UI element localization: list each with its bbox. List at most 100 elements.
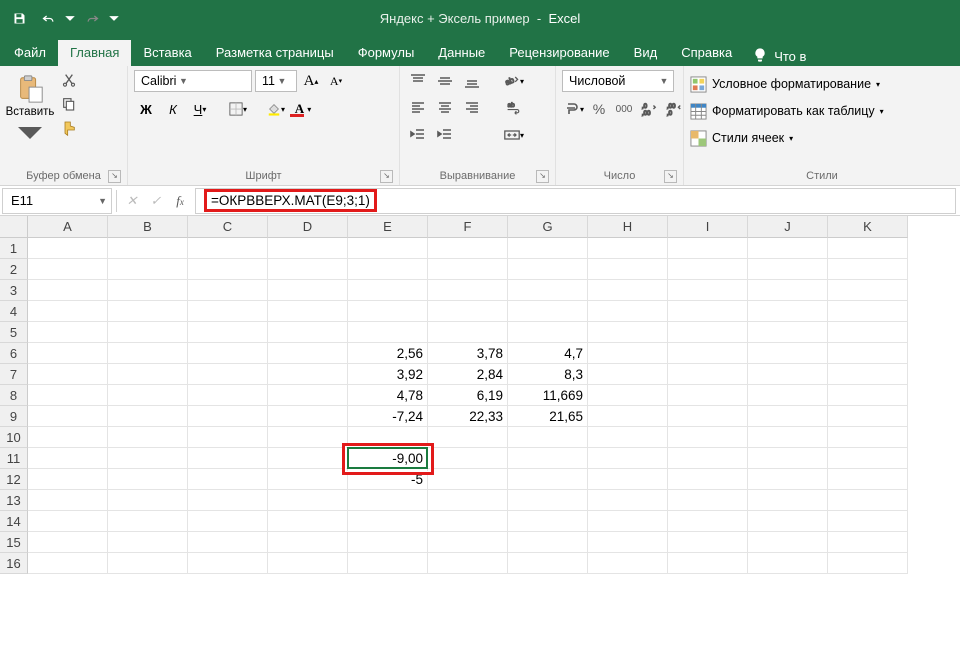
cell-H8[interactable] — [588, 385, 668, 406]
column-header[interactable]: K — [828, 216, 908, 238]
cell-D11[interactable] — [268, 448, 348, 469]
cell-K8[interactable] — [828, 385, 908, 406]
cell-D13[interactable] — [268, 490, 348, 511]
cell-styles-button[interactable]: Стили ячеек ▾ — [690, 126, 793, 150]
row-header[interactable]: 15 — [0, 532, 28, 553]
cell-B5[interactable] — [108, 322, 188, 343]
row-header[interactable]: 16 — [0, 553, 28, 574]
cell-B14[interactable] — [108, 511, 188, 532]
cell-K5[interactable] — [828, 322, 908, 343]
tab-file[interactable]: Файл — [2, 40, 58, 66]
cell-B2[interactable] — [108, 259, 188, 280]
cell-G13[interactable] — [508, 490, 588, 511]
cell-F5[interactable] — [428, 322, 508, 343]
conditional-formatting-button[interactable]: Условное форматирование ▾ — [690, 72, 880, 96]
row-header[interactable]: 6 — [0, 343, 28, 364]
cell-C7[interactable] — [188, 364, 268, 385]
percent-format-icon[interactable]: % — [587, 98, 611, 120]
cell-A3[interactable] — [28, 280, 108, 301]
cell-G11[interactable] — [508, 448, 588, 469]
cell-B4[interactable] — [108, 301, 188, 322]
paste-button[interactable]: Вставить — [6, 70, 54, 148]
column-header[interactable]: G — [508, 216, 588, 238]
cell-H12[interactable] — [588, 469, 668, 490]
tab-data[interactable]: Данные — [426, 40, 497, 66]
cell-K4[interactable] — [828, 301, 908, 322]
cell-D2[interactable] — [268, 259, 348, 280]
cell-D15[interactable] — [268, 532, 348, 553]
cell-H15[interactable] — [588, 532, 668, 553]
cell-I11[interactable] — [668, 448, 748, 469]
fill-color-icon[interactable]: ▾ — [264, 98, 288, 120]
align-middle-icon[interactable] — [433, 70, 457, 92]
cell-B12[interactable] — [108, 469, 188, 490]
formula-input[interactable]: =ОКРВВЕРХ.МАТ(E9;3;1) — [195, 188, 956, 214]
cell-K13[interactable] — [828, 490, 908, 511]
cancel-formula-icon[interactable]: ✕ — [121, 193, 143, 209]
cell-B6[interactable] — [108, 343, 188, 364]
copy-icon[interactable] — [58, 94, 80, 114]
column-header[interactable]: B — [108, 216, 188, 238]
cell-J9[interactable] — [748, 406, 828, 427]
row-header[interactable]: 14 — [0, 511, 28, 532]
cell-J3[interactable] — [748, 280, 828, 301]
cell-I8[interactable] — [668, 385, 748, 406]
cell-D9[interactable] — [268, 406, 348, 427]
select-all-corner[interactable] — [0, 216, 28, 238]
cell-F15[interactable] — [428, 532, 508, 553]
cell-K11[interactable] — [828, 448, 908, 469]
cell-I10[interactable] — [668, 427, 748, 448]
accounting-format-icon[interactable]: ▾ — [562, 98, 586, 120]
cell-F4[interactable] — [428, 301, 508, 322]
cell-D7[interactable] — [268, 364, 348, 385]
cell-H10[interactable] — [588, 427, 668, 448]
cell-F12[interactable] — [428, 469, 508, 490]
cell-I12[interactable] — [668, 469, 748, 490]
cell-K10[interactable] — [828, 427, 908, 448]
column-header[interactable]: E — [348, 216, 428, 238]
cell-C11[interactable] — [188, 448, 268, 469]
cell-A12[interactable] — [28, 469, 108, 490]
cell-G3[interactable] — [508, 280, 588, 301]
align-right-icon[interactable] — [460, 97, 484, 119]
cell-D3[interactable] — [268, 280, 348, 301]
decrease-decimal-icon[interactable]: ,00,0 — [662, 98, 686, 120]
cell-E3[interactable] — [348, 280, 428, 301]
tab-insert[interactable]: Вставка — [131, 40, 203, 66]
cell-H1[interactable] — [588, 238, 668, 259]
cell-J13[interactable] — [748, 490, 828, 511]
column-header[interactable]: I — [668, 216, 748, 238]
cell-D1[interactable] — [268, 238, 348, 259]
italic-button[interactable]: К — [161, 98, 185, 120]
name-box[interactable]: E11 ▼ — [2, 188, 112, 214]
cell-E10[interactable] — [348, 427, 428, 448]
cell-F9[interactable]: 22,33 — [428, 406, 508, 427]
cell-J1[interactable] — [748, 238, 828, 259]
font-launcher-icon[interactable]: ↘ — [380, 170, 393, 183]
cell-H13[interactable] — [588, 490, 668, 511]
cell-A9[interactable] — [28, 406, 108, 427]
increase-indent-icon[interactable] — [433, 124, 457, 146]
cell-C1[interactable] — [188, 238, 268, 259]
cell-K14[interactable] — [828, 511, 908, 532]
wrap-text-icon[interactable]: ab — [492, 97, 536, 119]
cell-I14[interactable] — [668, 511, 748, 532]
cell-G1[interactable] — [508, 238, 588, 259]
number-launcher-icon[interactable]: ↘ — [664, 170, 677, 183]
cell-C3[interactable] — [188, 280, 268, 301]
cell-F6[interactable]: 3,78 — [428, 343, 508, 364]
cell-F3[interactable] — [428, 280, 508, 301]
cell-E4[interactable] — [348, 301, 428, 322]
cell-B3[interactable] — [108, 280, 188, 301]
align-center-icon[interactable] — [433, 97, 457, 119]
row-header[interactable]: 3 — [0, 280, 28, 301]
cell-J6[interactable] — [748, 343, 828, 364]
cell-G12[interactable] — [508, 469, 588, 490]
cell-H2[interactable] — [588, 259, 668, 280]
cell-C9[interactable] — [188, 406, 268, 427]
cell-C5[interactable] — [188, 322, 268, 343]
tab-review[interactable]: Рецензирование — [497, 40, 621, 66]
cell-K15[interactable] — [828, 532, 908, 553]
cell-B9[interactable] — [108, 406, 188, 427]
cell-E6[interactable]: 2,56 — [348, 343, 428, 364]
